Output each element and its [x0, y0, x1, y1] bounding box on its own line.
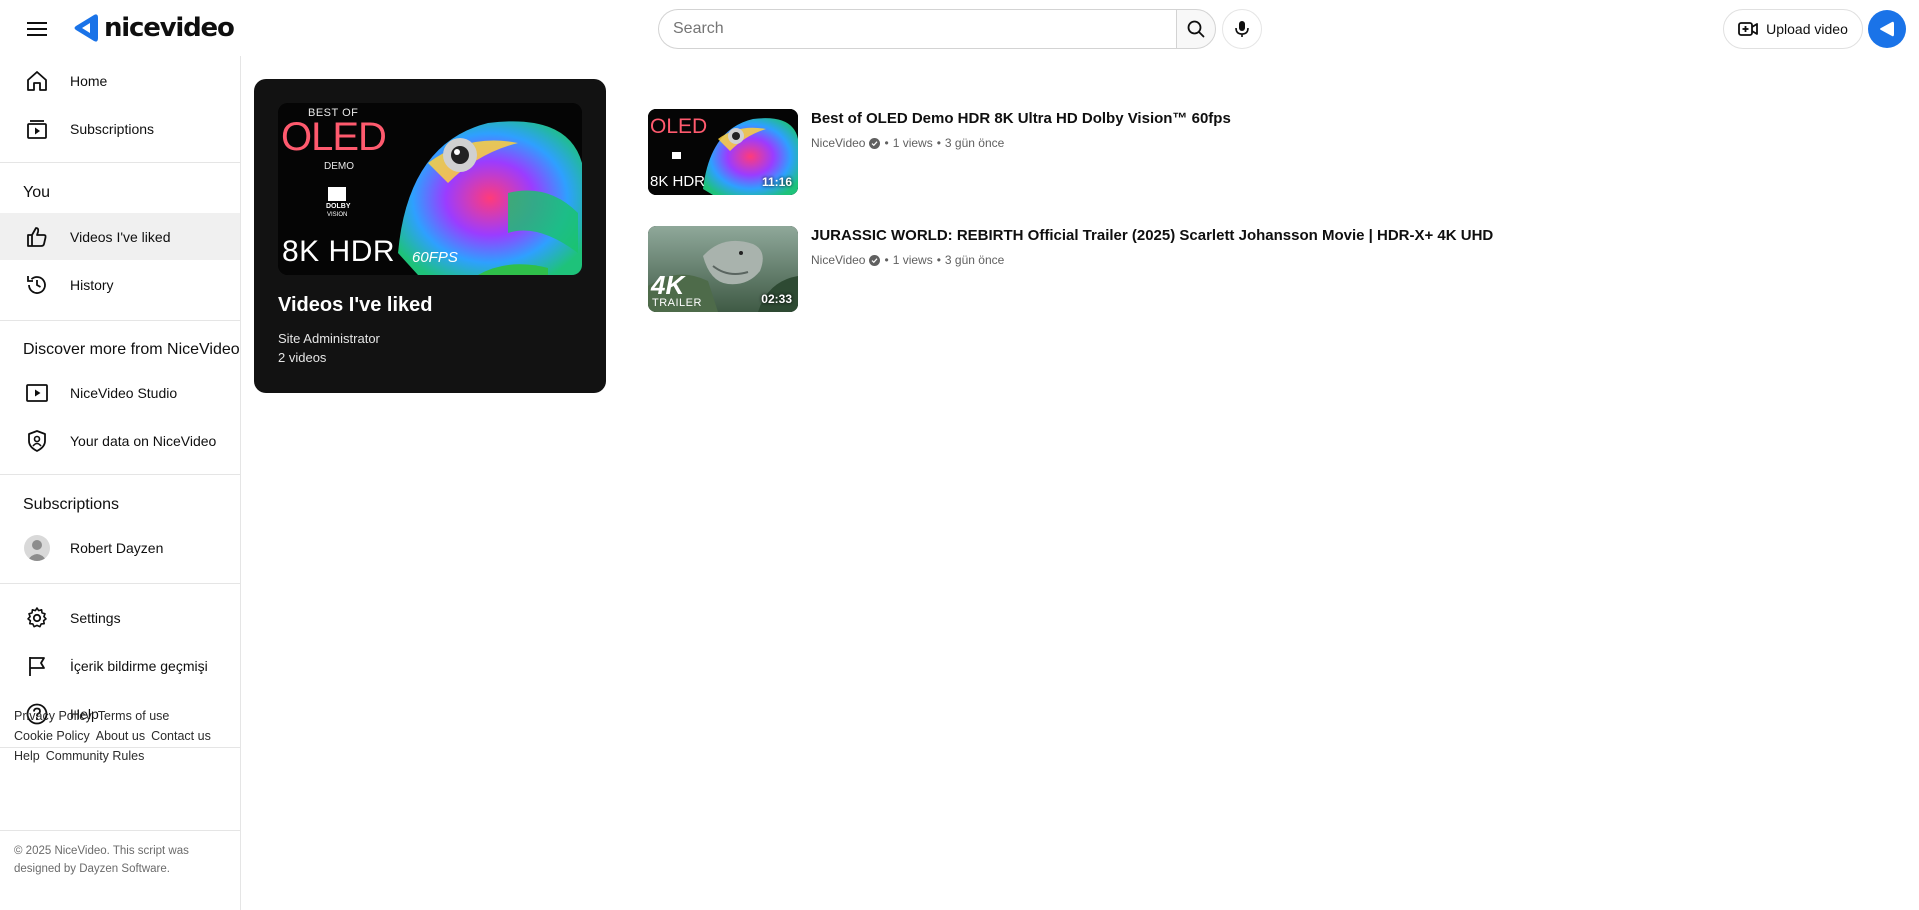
thumb-text-vision: VISION: [327, 212, 348, 218]
footer-link-cookie[interactable]: Cookie Policy: [14, 729, 90, 743]
sidebar-divider: [0, 320, 240, 321]
thumbs-up-icon: [27, 226, 47, 247]
avatar-icon: [24, 534, 50, 561]
studio-icon: [26, 383, 48, 402]
playlist-title: Videos I've liked: [278, 294, 433, 316]
sidebar-item-report-history[interactable]: İçerik bildirme geçmişi: [0, 642, 240, 689]
thumb-text-small: 8K HDR: [650, 173, 706, 190]
sidebar-item-label: Robert Dayzen: [70, 539, 164, 556]
video-title[interactable]: JURASSIC WORLD: REBIRTH Official Trailer…: [811, 227, 1493, 244]
sidebar: Home Subscriptions You Videos I've liked: [0, 56, 241, 910]
thumb-text-oled: OLED: [281, 115, 387, 159]
sidebar-item-label: NiceVideo Studio: [70, 384, 178, 401]
sidebar-divider: [0, 830, 240, 831]
section-title-you: You: [23, 184, 50, 201]
video-duration: 02:33: [761, 292, 792, 306]
top-header: nicevideo Upload video: [0, 0, 1919, 56]
playlist-owner[interactable]: Site Administrator: [278, 331, 380, 346]
voice-search-button[interactable]: [1222, 9, 1262, 49]
thumb-text-small: TRAILER: [652, 297, 702, 309]
thumb-text-demo: DEMO: [324, 161, 354, 172]
logo-play-icon: [74, 14, 98, 42]
thumb-text-60fps: 60FPS: [412, 249, 458, 266]
microphone-icon: [1235, 21, 1249, 37]
sidebar-divider: [0, 162, 240, 163]
hamburger-menu-icon: [27, 22, 47, 36]
sidebar-item-label: Videos I've liked: [70, 228, 171, 245]
footer-link-community[interactable]: Community Rules: [46, 749, 145, 763]
sidebar-divider: [0, 583, 240, 584]
video-age: 3 gün önce: [944, 136, 1005, 150]
thumb-text-8k-hdr: 8K HDR: [282, 235, 396, 268]
subscriptions-icon: [27, 119, 47, 139]
video-meta: NiceVideo • 1 views • 3 gün önce: [811, 136, 1004, 150]
sidebar-item-channel-robert-dayzen[interactable]: Robert Dayzen: [0, 524, 240, 571]
sidebar-item-label: İçerik bildirme geçmişi: [70, 657, 208, 674]
sidebar-item-settings[interactable]: Settings: [0, 594, 240, 641]
account-logo-icon: [1880, 21, 1894, 37]
video-age: 3 gün önce: [944, 253, 1005, 267]
list-item[interactable]: OLED 8K HDR 11:16 Best of OLED Demo HDR …: [648, 109, 1548, 195]
search-input[interactable]: [658, 9, 1176, 49]
search-bar: [658, 9, 1216, 49]
video-thumbnail[interactable]: 4K TRAILER 02:33: [648, 226, 798, 312]
logo-text: nicevideo: [104, 13, 235, 43]
sidebar-item-liked-videos[interactable]: Videos I've liked: [0, 213, 240, 260]
upload-video-label: Upload video: [1766, 21, 1848, 37]
account-avatar-button[interactable]: [1868, 10, 1906, 48]
search-icon: [1187, 20, 1205, 38]
sidebar-item-subscriptions[interactable]: Subscriptions: [0, 105, 240, 152]
sidebar-item-studio[interactable]: NiceVideo Studio: [0, 369, 240, 416]
meta-separator: •: [936, 253, 941, 267]
verified-badge-icon: [869, 137, 881, 149]
video-thumbnail[interactable]: OLED 8K HDR 11:16: [648, 109, 798, 195]
sidebar-item-history[interactable]: History: [0, 261, 240, 308]
gear-icon: [27, 606, 47, 627]
thumb-text: OLED: [650, 115, 708, 138]
list-item[interactable]: 4K TRAILER 02:33 JURASSIC WORLD: REBIRTH…: [648, 226, 1548, 312]
dolby-logo-icon: [328, 187, 346, 201]
thumb-text-dolby: DOLBY: [326, 203, 351, 210]
footer-link-contact[interactable]: Contact us: [151, 729, 211, 743]
flag-icon: [29, 656, 45, 676]
menu-button[interactable]: [20, 12, 54, 46]
sidebar-item-label: Settings: [70, 609, 121, 626]
search-button[interactable]: [1176, 9, 1216, 49]
footer-link-about[interactable]: About us: [96, 729, 145, 743]
meta-separator: •: [884, 136, 889, 150]
footer-link-terms[interactable]: Terms of use: [98, 709, 170, 723]
video-meta: NiceVideo • 1 views • 3 gün önce: [811, 253, 1004, 267]
sidebar-item-label: Subscriptions: [70, 120, 155, 137]
footer-links: Privacy Policy Terms of use Cookie Policy…: [14, 706, 234, 766]
video-views: 1 views: [892, 253, 933, 267]
section-title-discover: Discover more from NiceVideo: [23, 341, 240, 358]
footer-link-help[interactable]: Help: [14, 749, 40, 763]
history-icon: [27, 275, 46, 294]
video-title[interactable]: Best of OLED Demo HDR 8K Ultra HD Dolby …: [811, 110, 1231, 127]
playlist-video-count: 2 videos: [278, 350, 327, 365]
playlist-thumbnail[interactable]: BEST OF OLED DEMO DOLBY VISION 8K HDR 60…: [278, 103, 582, 275]
footer-link-privacy[interactable]: Privacy Policy: [14, 709, 92, 723]
video-channel[interactable]: NiceVideo: [811, 136, 865, 150]
logo[interactable]: nicevideo: [70, 12, 235, 44]
meta-separator: •: [936, 136, 941, 150]
sidebar-divider: [0, 474, 240, 475]
home-icon: [27, 70, 47, 91]
video-channel[interactable]: NiceVideo: [811, 253, 865, 267]
video-views: 1 views: [892, 136, 933, 150]
copyright-text: © 2025 NiceVideo. This script was design…: [14, 845, 189, 875]
video-plus-icon: [1738, 22, 1759, 36]
section-title-subscriptions: Subscriptions: [23, 496, 120, 513]
verified-badge-icon: [869, 254, 881, 266]
sidebar-item-home[interactable]: Home: [0, 57, 240, 104]
sidebar-item-label: Home: [70, 72, 108, 89]
upload-video-button[interactable]: Upload video: [1723, 9, 1863, 49]
sidebar-item-label: Your data on NiceVideo: [70, 432, 217, 449]
video-duration: 11:16: [761, 175, 792, 189]
sidebar-item-your-data[interactable]: Your data on NiceVideo: [0, 417, 240, 464]
meta-separator: •: [884, 253, 889, 267]
playlist-card: BEST OF OLED DEMO DOLBY VISION 8K HDR 60…: [254, 79, 606, 393]
shield-user-icon: [28, 429, 46, 452]
sidebar-item-label: History: [70, 276, 114, 293]
